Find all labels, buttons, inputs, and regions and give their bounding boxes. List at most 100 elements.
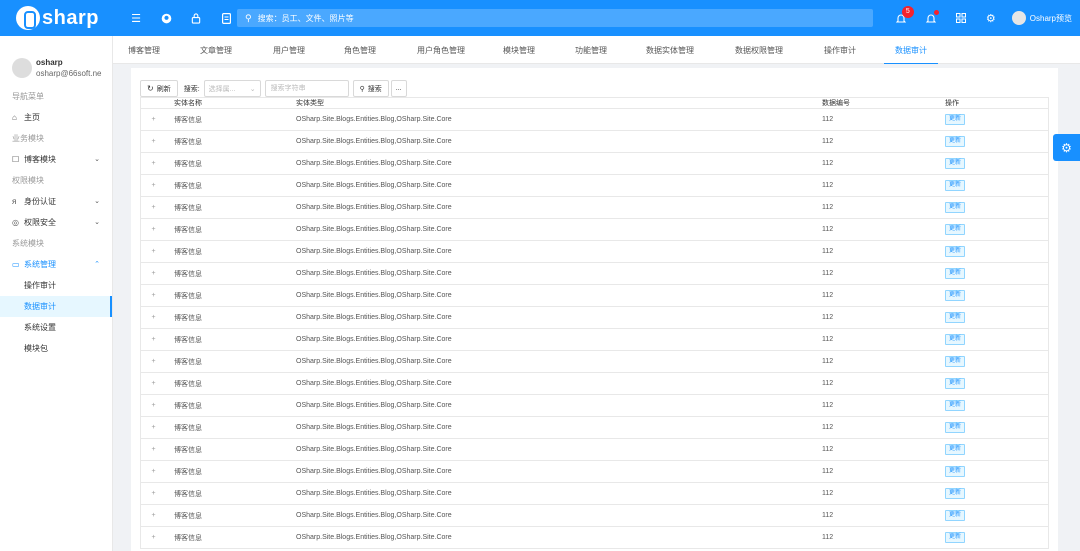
expand-row-icon[interactable]: + [149, 511, 158, 520]
table-row[interactable]: + 博客信息 OSharp.Site.Blogs.Entities.Blog,OSh… [140, 153, 1049, 175]
update-tag[interactable]: 更新 [945, 422, 966, 433]
expand-row-icon[interactable]: + [149, 401, 158, 410]
update-tag[interactable]: 更新 [945, 202, 966, 213]
settings-gear-icon[interactable]: ⚙ [976, 0, 1006, 36]
task-bell-icon[interactable] [916, 0, 946, 36]
tab-user-role-manage[interactable]: 用户角色管理 [405, 36, 477, 64]
update-tag[interactable]: 更新 [945, 268, 966, 279]
table-row[interactable]: + 博客信息 OSharp.Site.Blogs.Entities.Blog,OSh… [140, 263, 1049, 285]
user-profile[interactable]: osharp osharp@66soft.ne [0, 36, 112, 86]
tab-module-manage[interactable]: 模块管理 [488, 36, 550, 64]
table-row[interactable]: + 博客信息 OSharp.Site.Blogs.Entities.Blog,OSh… [140, 439, 1049, 461]
expand-row-icon[interactable]: + [149, 181, 158, 190]
update-tag[interactable]: 更新 [945, 290, 966, 301]
table-row[interactable]: + 博客信息 OSharp.Site.Blogs.Entities.Blog,OSh… [140, 373, 1049, 395]
global-search-input[interactable] [257, 13, 838, 23]
column-header-entity-name[interactable]: 实体名称 [174, 98, 202, 108]
expand-row-icon[interactable]: + [149, 137, 158, 146]
expand-row-icon[interactable]: + [149, 159, 158, 168]
table-row[interactable]: + 博客信息 OSharp.Site.Blogs.Entities.Blog,OSh… [140, 307, 1049, 329]
more-button[interactable]: ... [390, 80, 407, 97]
update-tag[interactable]: 更新 [945, 312, 966, 323]
table-row[interactable]: + 博客信息 OSharp.Site.Blogs.Entities.Blog,OSh… [140, 219, 1049, 241]
table-row[interactable]: + 博客信息 OSharp.Site.Blogs.Entities.Blog,OSh… [140, 241, 1049, 263]
update-tag[interactable]: 更新 [945, 488, 966, 499]
expand-row-icon[interactable]: + [149, 247, 158, 256]
property-select[interactable]: 选择属... ⌄ [203, 80, 261, 97]
expand-row-icon[interactable]: + [149, 445, 158, 454]
expand-row-icon[interactable]: + [149, 115, 158, 124]
search-button[interactable]: ⚲ 搜索 [352, 80, 389, 97]
notification-bell-icon[interactable]: 5 [886, 0, 916, 36]
logo[interactable]: sharp [0, 0, 113, 36]
sidebar-subitem-operation-audit[interactable]: 操作审计 [0, 275, 112, 296]
tab-role-manage[interactable]: 角色管理 [329, 36, 391, 64]
global-search[interactable]: ⚲ [237, 9, 873, 27]
table-row[interactable]: + 博客信息 OSharp.Site.Blogs.Entities.Blog,OSh… [140, 461, 1049, 483]
sidebar-item-blog[interactable]: ☐ 博客模块 ⌄ [0, 149, 112, 170]
menu-toggle-icon[interactable]: ☰ [121, 0, 151, 36]
expand-row-icon[interactable]: + [149, 313, 158, 322]
user-menu[interactable]: Osharp预览 [1006, 0, 1080, 36]
table-row[interactable]: + 博客信息 OSharp.Site.Blogs.Entities.Blog,OSh… [140, 527, 1049, 549]
sidebar-subitem-system-settings[interactable]: 系统设置 [0, 317, 112, 338]
expand-row-icon[interactable]: + [149, 357, 158, 366]
table-row[interactable]: + 博客信息 OSharp.Site.Blogs.Entities.Blog,OSh… [140, 483, 1049, 505]
tab-function-manage[interactable]: 功能管理 [560, 36, 622, 64]
column-header-entity-key[interactable]: 数据编号 [822, 98, 850, 108]
update-tag[interactable]: 更新 [945, 224, 966, 235]
update-tag[interactable]: 更新 [945, 532, 966, 543]
update-tag[interactable]: 更新 [945, 158, 966, 169]
expand-row-icon[interactable]: + [149, 467, 158, 476]
table-row[interactable]: + 博客信息 OSharp.Site.Blogs.Entities.Blog,OSh… [140, 329, 1049, 351]
sidebar-item-home[interactable]: ⌂ 主页 [0, 107, 112, 128]
update-tag[interactable]: 更新 [945, 466, 966, 477]
update-tag[interactable]: 更新 [945, 334, 966, 345]
theme-setting-gear-icon[interactable]: ⚙ [1053, 134, 1080, 161]
update-tag[interactable]: 更新 [945, 378, 966, 389]
expand-row-icon[interactable]: + [149, 291, 158, 300]
expand-row-icon[interactable]: + [149, 533, 158, 542]
table-row[interactable]: + 博客信息 OSharp.Site.Blogs.Entities.Blog,OSh… [140, 131, 1049, 153]
expand-row-icon[interactable]: + [149, 225, 158, 234]
update-tag[interactable]: 更新 [945, 246, 966, 257]
sidebar-subitem-module-pack[interactable]: 模块包 [0, 338, 112, 359]
expand-row-icon[interactable]: + [149, 269, 158, 278]
sidebar-item-system[interactable]: ▭ 系统管理 ⌃ [0, 254, 112, 275]
apps-grid-icon[interactable] [946, 0, 976, 36]
table-row[interactable]: + 博客信息 OSharp.Site.Blogs.Entities.Blog,OSh… [140, 417, 1049, 439]
tab-data-audit[interactable]: 数据审计 [884, 36, 938, 64]
update-tag[interactable]: 更新 [945, 510, 966, 521]
table-row[interactable]: + 博客信息 OSharp.Site.Blogs.Entities.Blog,OSh… [140, 505, 1049, 527]
expand-row-icon[interactable]: + [149, 203, 158, 212]
expand-row-icon[interactable]: + [149, 335, 158, 344]
update-tag[interactable]: 更新 [945, 114, 966, 125]
update-tag[interactable]: 更新 [945, 136, 966, 147]
update-tag[interactable]: 更新 [945, 444, 966, 455]
tab-data-permission-manage[interactable]: 数据权限管理 [723, 36, 795, 64]
sidebar-item-security[interactable]: ◎ 权限安全 ⌄ [0, 212, 112, 233]
sidebar-subitem-data-audit[interactable]: 数据审计 [0, 296, 112, 317]
github-icon[interactable] [151, 0, 181, 36]
expand-row-icon[interactable]: + [149, 379, 158, 388]
expand-row-icon[interactable]: + [149, 489, 158, 498]
table-row[interactable]: + 博客信息 OSharp.Site.Blogs.Entities.Blog,OSh… [140, 197, 1049, 219]
sidebar-item-identity[interactable]: ᴙ 身份认证 ⌄ [0, 191, 112, 212]
tab-blog-manage[interactable]: 博客管理 [113, 36, 175, 64]
lock-icon[interactable] [181, 0, 211, 36]
table-row[interactable]: + 博客信息 OSharp.Site.Blogs.Entities.Blog,OSh… [140, 285, 1049, 307]
tab-user-manage[interactable]: 用户管理 [258, 36, 320, 64]
table-row[interactable]: + 博客信息 OSharp.Site.Blogs.Entities.Blog,OSh… [140, 175, 1049, 197]
table-row[interactable]: + 博客信息 OSharp.Site.Blogs.Entities.Blog,OSh… [140, 351, 1049, 373]
update-tag[interactable]: 更新 [945, 356, 966, 367]
keyword-input[interactable] [264, 80, 349, 97]
table-row[interactable]: + 博客信息 OSharp.Site.Blogs.Entities.Blog,OSh… [140, 395, 1049, 417]
tab-article-manage[interactable]: 文章管理 [185, 36, 247, 64]
update-tag[interactable]: 更新 [945, 400, 966, 411]
update-tag[interactable]: 更新 [945, 180, 966, 191]
table-row[interactable]: + 博客信息 OSharp.Site.Blogs.Entities.Blog,OSh… [140, 109, 1049, 131]
tab-entity-manage[interactable]: 数据实体管理 [634, 36, 706, 64]
column-header-entity-type[interactable]: 实体类型 [296, 98, 324, 108]
refresh-button[interactable]: ↻ 刷新 [140, 80, 178, 97]
tab-operation-audit[interactable]: 操作审计 [809, 36, 871, 64]
